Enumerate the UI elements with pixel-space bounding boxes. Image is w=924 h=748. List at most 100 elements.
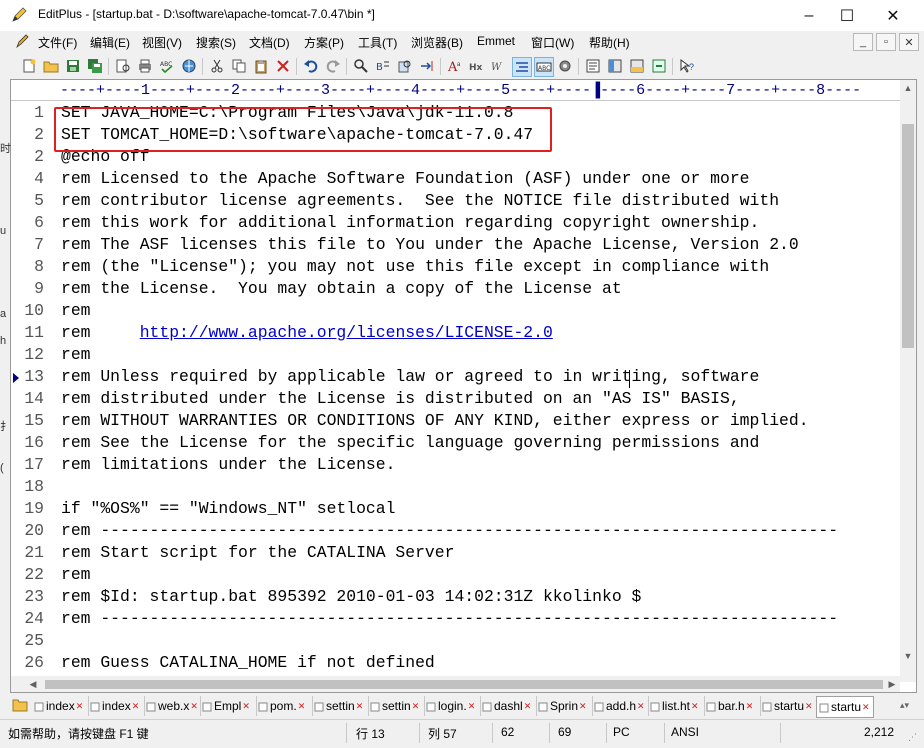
settings-gear-icon[interactable] (556, 57, 574, 75)
tab-close-icon[interactable]: ✕ (132, 701, 140, 712)
code-line[interactable]: 21 rem Start script for the CATALINA Serv… (11, 542, 900, 564)
document-tab[interactable]: web.x ✕ (144, 696, 201, 716)
tab-close-icon[interactable]: ✕ (242, 701, 250, 712)
document-tab[interactable]: settin ✕ (368, 696, 425, 716)
menu-tools[interactable]: 工具(T) (358, 34, 397, 51)
document-tab[interactable]: startu ✕ (816, 696, 874, 718)
code-line[interactable]: 25 (11, 630, 900, 652)
vertical-scrollbar[interactable]: ▲ ▼ (900, 80, 916, 682)
menu-document[interactable]: 文档(D) (249, 34, 290, 51)
code-line[interactable]: 8 rem (the "License"); you may not use th… (11, 256, 900, 278)
tab-close-icon[interactable]: ✕ (637, 701, 645, 712)
code-line[interactable]: 6 rem this work for additional informatio… (11, 212, 900, 234)
document-tab[interactable]: Sprin ✕ (536, 696, 593, 716)
find-in-files-icon[interactable] (396, 57, 414, 75)
line-number-toggle-icon[interactable] (512, 57, 532, 77)
code-line[interactable]: 13 rem Unless required by applicable law … (11, 366, 900, 388)
tab-close-icon[interactable]: ✕ (691, 701, 699, 712)
mdi-minimize-button[interactable]: _ (853, 33, 873, 51)
save-all-icon[interactable] (86, 57, 104, 75)
document-tab[interactable]: list.ht ✕ (648, 696, 705, 716)
document-tab[interactable]: bar.h ✕ (704, 696, 761, 716)
code-line[interactable]: 10 rem (11, 300, 900, 322)
code-line[interactable]: 4 rem Licensed to the Apache Software Fou… (11, 168, 900, 190)
save-icon[interactable] (64, 57, 82, 75)
tab-close-icon[interactable]: ✕ (862, 702, 870, 713)
hex-viewer-icon[interactable]: Hx (468, 57, 486, 75)
output-window-icon[interactable] (628, 57, 646, 75)
print-icon[interactable] (136, 57, 154, 75)
tab-close-icon[interactable]: ✕ (298, 701, 306, 712)
horizontal-scrollbar[interactable]: ◀ ▶ (11, 676, 900, 692)
code-line[interactable]: 23 rem $Id: startup.bat 895392 2010-01-03… (11, 586, 900, 608)
open-folder-icon[interactable] (42, 57, 60, 75)
code-line[interactable]: 7 rem The ASF licenses this file to You u… (11, 234, 900, 256)
resize-grip-icon[interactable]: ⋰ (908, 732, 917, 743)
code-area[interactable]: 1 SET JAVA_HOME=C:\Program Files\Java\jdk… (11, 102, 900, 682)
context-help-icon[interactable]: ? (678, 57, 696, 75)
license-url-link[interactable]: http://www.apache.org/licenses/LICENSE-2… (140, 323, 553, 342)
delete-icon[interactable] (274, 57, 292, 75)
browser-window-icon[interactable] (650, 57, 668, 75)
document-tab[interactable]: login. ✕ (424, 696, 481, 716)
menu-file[interactable]: 文件(F) (38, 34, 77, 51)
document-tab[interactable]: startu ✕ (760, 696, 817, 716)
tab-close-icon[interactable]: ✕ (468, 701, 476, 712)
tab-close-icon[interactable]: ✕ (524, 701, 532, 712)
code-line[interactable]: 20 rem ----------------------------------… (11, 520, 900, 542)
scroll-down-arrow-icon[interactable]: ▼ (900, 648, 916, 664)
tab-close-icon[interactable]: ✕ (76, 701, 84, 712)
mdi-close-button[interactable]: ✕ (899, 33, 919, 51)
scroll-left-arrow-icon[interactable]: ◀ (25, 676, 41, 692)
browser-preview-icon[interactable] (180, 57, 198, 75)
menu-emmet[interactable]: Emmet (477, 34, 515, 48)
vertical-scroll-thumb[interactable] (902, 124, 914, 348)
code-line[interactable]: 16 rem See the License for the specific l… (11, 432, 900, 454)
goto-line-icon[interactable] (418, 57, 436, 75)
replace-icon[interactable]: B (374, 57, 392, 75)
tabs-scroll-icon[interactable]: ▴▾ (900, 700, 909, 711)
print-preview-icon[interactable] (114, 57, 132, 75)
document-tab[interactable]: pom. ✕ (256, 696, 313, 716)
new-file-icon[interactable] (20, 57, 38, 75)
find-icon[interactable] (352, 57, 370, 75)
menu-window[interactable]: 窗口(W) (531, 34, 574, 51)
redo-icon[interactable] (324, 57, 342, 75)
mdi-restore-button[interactable]: ▫ (876, 33, 896, 51)
code-line[interactable]: 5 rem contributor license agreements. See… (11, 190, 900, 212)
editor-pane[interactable]: ----+----1----+----2----+----3----+----4… (10, 79, 917, 693)
document-tab[interactable]: Empl ✕ (200, 696, 257, 716)
scroll-up-arrow-icon[interactable]: ▲ (900, 80, 916, 96)
ruler-toggle-icon[interactable]: ABC (534, 57, 554, 77)
code-line[interactable]: 22 rem (11, 564, 900, 586)
copy-icon[interactable] (230, 57, 248, 75)
code-line[interactable]: 26 rem Guess CATALINA_HOME if not defined (11, 652, 900, 674)
maximize-button[interactable]: ☐ (824, 0, 870, 31)
document-tab[interactable]: add.h ✕ (592, 696, 649, 716)
code-line[interactable]: 11 rem http://www.apache.org/licenses/LIC… (11, 322, 900, 344)
folder-icon[interactable] (12, 698, 28, 712)
document-tab[interactable]: settin ✕ (312, 696, 369, 716)
font-icon[interactable]: Aa (446, 57, 464, 75)
menu-search[interactable]: 搜索(S) (196, 34, 236, 51)
tab-close-icon[interactable]: ✕ (805, 701, 813, 712)
cliptext-icon[interactable] (584, 57, 602, 75)
paste-icon[interactable] (252, 57, 270, 75)
menu-project[interactable]: 方案(P) (304, 34, 344, 51)
code-line[interactable]: 17 rem limitations under the License. (11, 454, 900, 476)
code-line[interactable]: 19 if "%OS%" == "Windows_NT" setlocal (11, 498, 900, 520)
document-tab[interactable]: dashl ✕ (480, 696, 537, 716)
word-wrap-icon[interactable]: W (490, 57, 508, 75)
document-tab[interactable]: index ✕ (88, 696, 145, 716)
code-line[interactable]: 14 rem distributed under the License is d… (11, 388, 900, 410)
spellcheck-icon[interactable]: ABC (158, 57, 176, 75)
directory-window-icon[interactable] (606, 57, 624, 75)
code-line[interactable]: 9 rem the License. You may obtain a copy … (11, 278, 900, 300)
code-line[interactable]: 12 rem (11, 344, 900, 366)
menu-browser[interactable]: 浏览器(B) (411, 34, 463, 51)
tab-close-icon[interactable]: ✕ (356, 701, 364, 712)
code-line[interactable]: 18 (11, 476, 900, 498)
menu-view[interactable]: 视图(V) (142, 34, 182, 51)
cut-icon[interactable] (208, 57, 226, 75)
menu-help[interactable]: 帮助(H) (589, 34, 630, 51)
